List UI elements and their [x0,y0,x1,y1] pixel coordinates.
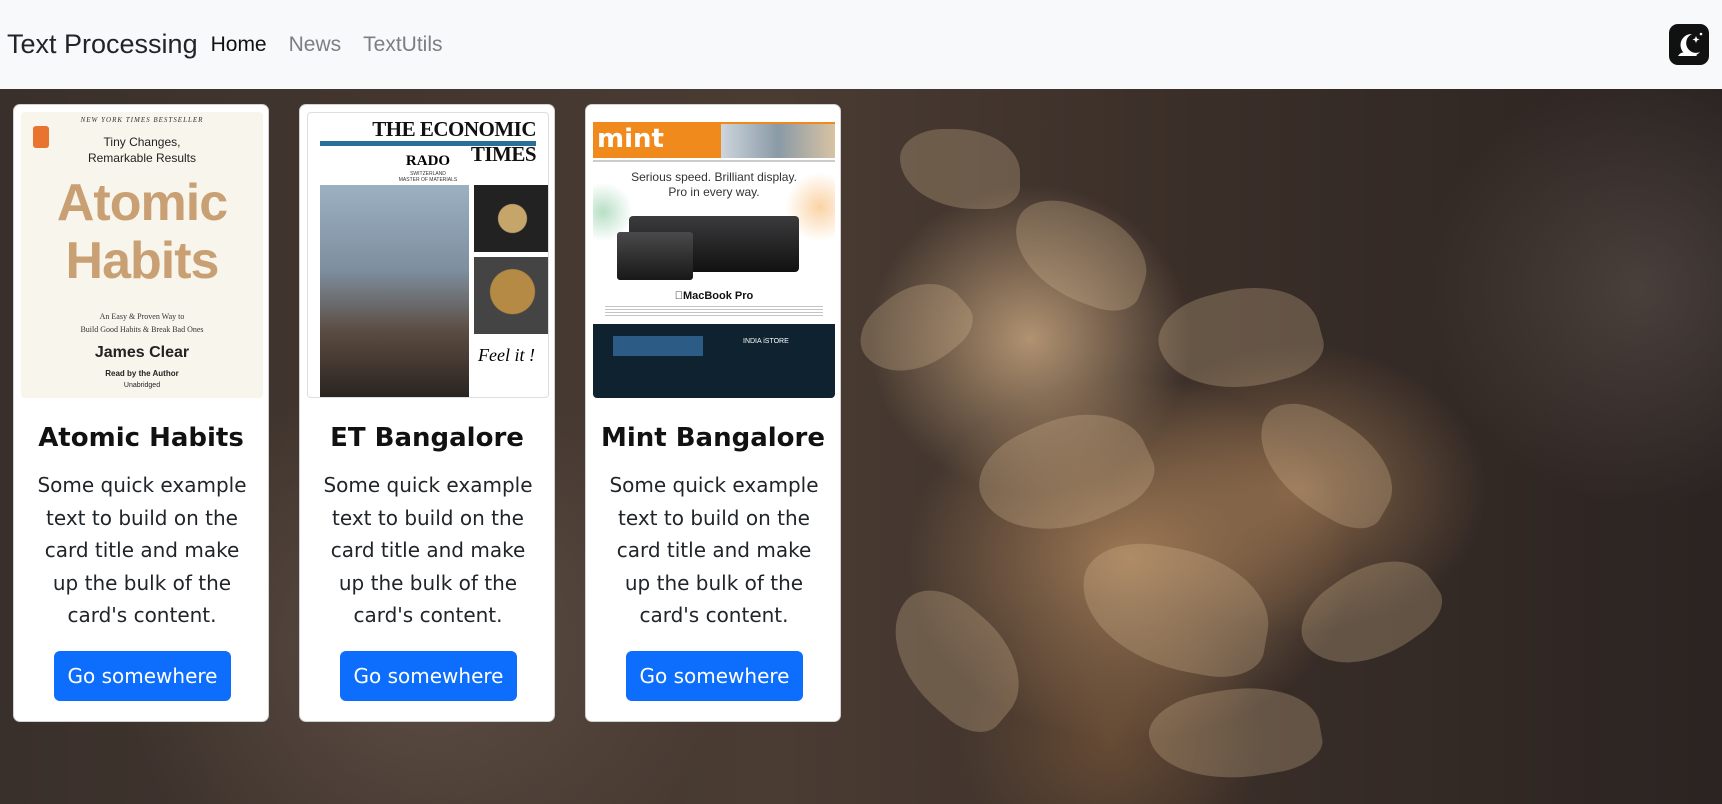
go-somewhere-button[interactable]: Go somewhere [626,651,803,701]
card-mint-bangalore: mint Serious speed. Brilliant display. Pr… [585,104,841,722]
dark-mode-toggle[interactable] [1669,24,1709,65]
card-image-et-bangalore: THE ECONOMIC TIMES RADO SWITZERLAND MAST… [307,112,549,398]
card-text: Some quick example text to build on the … [37,473,247,627]
moon-stars-icon [1678,32,1703,56]
card-atomic-habits: NEW YORK TIMES BESTSELLER Tiny Changes, R… [13,104,269,722]
nav-link-home[interactable]: Home [211,33,267,57]
nav-link-news[interactable]: News [289,33,342,57]
go-somewhere-button[interactable]: Go somewhere [340,651,517,701]
top-navbar: Text Processing Home News TextUtils [0,0,1722,89]
nav-link-textutils[interactable]: TextUtils [363,33,442,57]
card-title: Atomic Habits [38,423,244,453]
card-image-atomic-habits: NEW YORK TIMES BESTSELLER Tiny Changes, R… [21,112,263,398]
card-title: Mint Bangalore [600,423,826,453]
go-somewhere-button[interactable]: Go somewhere [54,651,231,701]
navbar-brand[interactable]: Text Processing [7,29,198,60]
card-text: Some quick example text to build on the … [323,473,533,627]
card-title: ET Bangalore [330,423,524,453]
card-text: Some quick example text to build on the … [609,473,819,627]
card-image-mint-bangalore: mint Serious speed. Brilliant display. Pr… [593,112,835,398]
card-et-bangalore: THE ECONOMIC TIMES RADO SWITZERLAND MAST… [299,104,555,722]
